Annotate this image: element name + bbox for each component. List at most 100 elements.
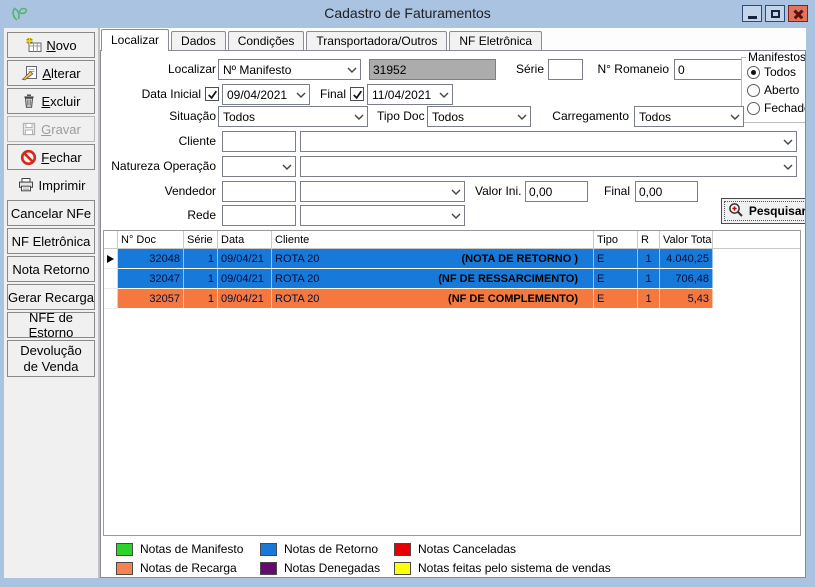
devolucao-de-venda-button[interactable]: Devolução de Venda <box>7 340 95 377</box>
cliente-nota: (NOTA DE RETORNO ) <box>461 253 578 265</box>
valor-ini-field[interactable] <box>525 181 588 202</box>
nf-eletronica-button[interactable]: NF Eletrônica <box>7 228 95 254</box>
carregamento-combobox[interactable]: Todos <box>634 106 744 127</box>
table-row[interactable]: 32047 1 09/04/21 ROTA 20 (NF DE RESSARCI… <box>104 269 800 289</box>
pesquisar-button[interactable]: Pesquisar <box>721 198 806 224</box>
fechar-button[interactable]: Fechar <box>7 144 95 170</box>
tab-dados[interactable]: Dados <box>171 31 226 50</box>
tab-localizar[interactable]: Localizar <box>101 29 169 51</box>
novo-label: Novo <box>46 38 76 53</box>
valor-final-label: Final <box>600 181 630 202</box>
radio-todos-label: Todos <box>764 65 796 79</box>
data-final-label: Final <box>316 84 346 105</box>
romaneio-field[interactable] <box>674 59 744 80</box>
devolucao-de-venda-label: Devolução de Venda <box>15 343 87 374</box>
window-title: Cadastro de Faturamentos <box>0 5 815 21</box>
cliente-code-field[interactable] <box>222 131 296 152</box>
cancelar-nfe-label: Cancelar NFe <box>11 206 91 221</box>
vendedor-code-field[interactable] <box>222 181 296 202</box>
close-button[interactable] <box>788 5 808 22</box>
natureza-combobox[interactable] <box>300 156 797 177</box>
maximize-button[interactable] <box>765 5 785 22</box>
novo-button[interactable]: Novo <box>7 32 95 58</box>
tab-condicoes[interactable]: Condições <box>228 31 305 50</box>
nota-retorno-button[interactable]: Nota Retorno <box>7 256 95 282</box>
alterar-label: Alterar <box>42 66 80 81</box>
chevron-down-icon <box>436 92 452 98</box>
localizar-combobox-value: Nº Manifesto <box>223 63 291 77</box>
table-row[interactable]: 32048 1 09/04/21 ROTA 20 (NOTA DE RETORN… <box>104 249 800 269</box>
radio-selected-icon <box>747 66 760 79</box>
cliente-name: ROTA 20 <box>275 293 319 305</box>
grid-header-doc[interactable]: N° Doc <box>118 231 184 248</box>
alterar-button[interactable]: Alterar <box>7 60 95 86</box>
nota-retorno-label: Nota Retorno <box>12 262 89 277</box>
tab-transportadora-outros[interactable]: Transportadora/Outros <box>306 31 447 50</box>
data-final-checkbox[interactable] <box>350 87 364 101</box>
cell-r: 1 <box>638 269 660 288</box>
nfe-de-estorno-button[interactable]: NFE de Estorno <box>7 312 95 338</box>
rede-code-field[interactable] <box>222 205 296 226</box>
row-selector-icon <box>107 255 114 263</box>
main-panel: Localizar Dados Condições Transportadora… <box>100 28 806 578</box>
data-final-value: 11/04/2021 <box>372 88 431 102</box>
radio-fechado[interactable]: Fechado <box>747 101 806 115</box>
edit-icon <box>21 65 38 81</box>
radio-aberto[interactable]: Aberto <box>747 83 799 97</box>
grid-header-cliente[interactable]: Cliente <box>272 231 594 248</box>
chevron-down-icon <box>780 139 796 145</box>
rede-label: Rede <box>146 205 216 226</box>
cell-r: 1 <box>638 289 660 308</box>
gravar-button[interactable]: Gravar <box>7 116 95 142</box>
row-indicator <box>104 269 118 289</box>
cell-r: 1 <box>638 249 660 268</box>
natureza-code-combobox[interactable] <box>222 156 296 177</box>
data-inicial-value: 09/04/2021 <box>227 88 287 102</box>
grid-header-tipo[interactable]: Tipo <box>594 231 638 248</box>
vendedor-combobox[interactable] <box>300 181 465 202</box>
printer-icon <box>17 177 35 193</box>
radio-fechado-label: Fechado <box>764 101 806 115</box>
radio-icon <box>747 84 760 97</box>
chevron-down-icon <box>514 114 530 120</box>
cell-tipo: E <box>594 269 638 288</box>
data-final-datepicker[interactable]: 11/04/2021 <box>367 84 453 105</box>
data-inicial-datepicker[interactable]: 09/04/2021 <box>222 84 310 105</box>
tipo-doc-combobox[interactable]: Todos <box>427 106 531 127</box>
carregamento-label: Carregamento <box>551 106 629 127</box>
minimize-button[interactable] <box>742 5 762 22</box>
grid-header-serie[interactable]: Série <box>184 231 218 248</box>
chevron-down-icon <box>293 92 309 98</box>
cancelar-nfe-button[interactable]: Cancelar NFe <box>7 200 95 226</box>
chevron-down-icon <box>351 114 367 120</box>
manifestos-title: Manifestos <box>746 50 806 64</box>
table-row[interactable]: 32057 1 09/04/21 ROTA 20 (NF DE COMPLEME… <box>104 289 800 309</box>
legend-item: Notas de Recarga <box>116 561 237 575</box>
gerar-recarga-button[interactable]: Gerar Recarga <box>7 284 95 310</box>
tab-nf-eletronica[interactable]: NF Eletrônica <box>449 31 542 50</box>
serie-field[interactable] <box>548 59 583 80</box>
situacao-combobox[interactable]: Todos <box>218 106 368 127</box>
rede-combobox[interactable] <box>300 205 465 226</box>
row-indicator <box>104 289 118 309</box>
checkmark-icon <box>352 89 363 100</box>
grid-header-data[interactable]: Data <box>218 231 272 248</box>
grid-header-r[interactable]: R <box>638 231 660 248</box>
grid-header-indicator <box>104 231 118 248</box>
excluir-label: Excluir <box>41 94 80 109</box>
excluir-button[interactable]: Excluir <box>7 88 95 114</box>
valor-final-field[interactable] <box>635 181 698 202</box>
cliente-combobox[interactable] <box>300 131 797 152</box>
legend-item: Notas Canceladas <box>394 542 516 556</box>
data-inicial-checkbox[interactable] <box>205 87 219 101</box>
natureza-operacao-label: Natureza Operação <box>106 156 216 177</box>
imprimir-button[interactable]: Imprimir <box>7 172 95 198</box>
radio-todos[interactable]: Todos <box>747 65 796 79</box>
grid-header-valor-total[interactable]: Valor Total <box>660 231 713 248</box>
cliente-nota: (NF DE RESSARCIMENTO) <box>438 273 578 285</box>
cell-serie: 1 <box>184 269 218 288</box>
manifesto-number-field[interactable] <box>369 59 496 80</box>
checkmark-icon <box>207 89 218 100</box>
localizar-combobox[interactable]: Nº Manifesto <box>218 59 361 80</box>
romaneio-label: N° Romaneio <box>589 59 669 80</box>
